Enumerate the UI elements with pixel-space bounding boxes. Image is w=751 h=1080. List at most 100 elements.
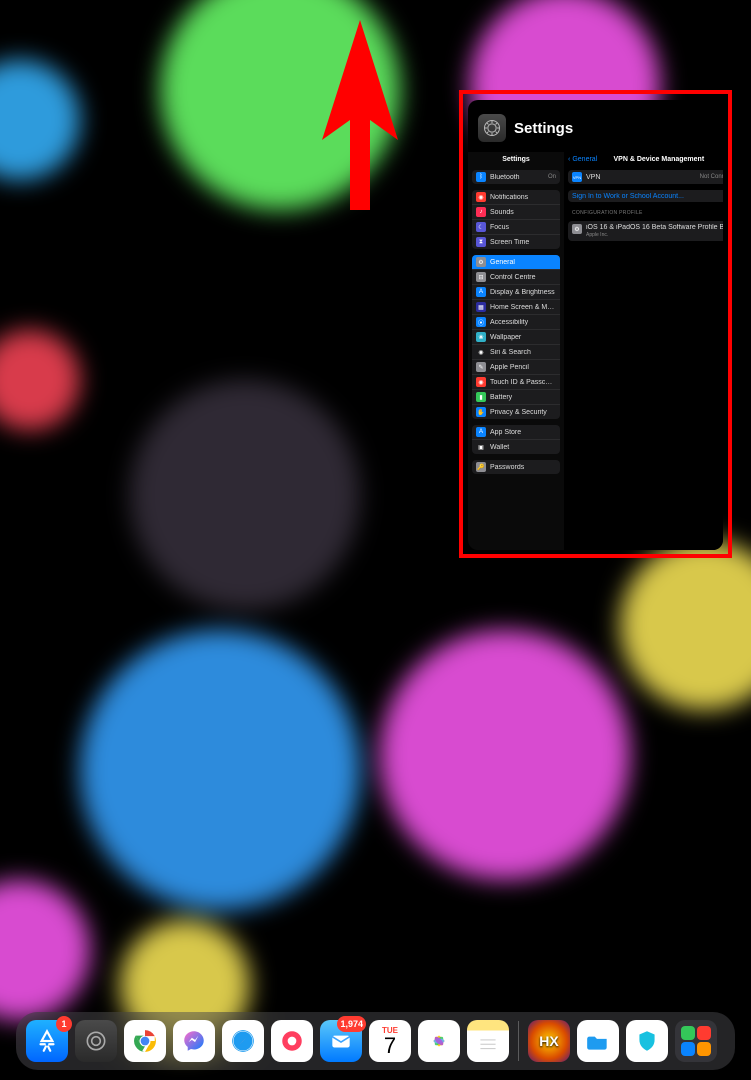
signin-label: Sign In to Work or School Account... <box>572 193 723 200</box>
sidebar-item-label: App Store <box>490 429 556 436</box>
homescreen-icon: ▦ <box>476 302 486 312</box>
sidebar-item-label: Siri & Search <box>490 349 556 356</box>
sounds-icon: ♪ <box>476 207 486 217</box>
settings-slideover[interactable]: Settings Settings ᛒ Bluetooth On ◉ Notifi… <box>468 100 723 550</box>
sidebar-item-pencil[interactable]: ✎ Apple Pencil <box>472 359 560 374</box>
sidebar-item-wallet[interactable]: ▣ Wallet <box>472 439 560 454</box>
sidebar-item-controlcentre[interactable]: ⊟ Control Centre <box>472 269 560 284</box>
sidebar-item-label: Screen Time <box>490 239 556 246</box>
settings-header: Settings <box>468 100 723 152</box>
sidebar-item-label: Notifications <box>490 194 556 201</box>
settings-title: Settings <box>514 120 573 137</box>
sidebar-item-battery[interactable]: ▮ Battery <box>472 389 560 404</box>
sidebar-item-label: General <box>490 259 556 266</box>
sidebar-item-accessibility[interactable]: ⦿ Accessibility <box>472 314 560 329</box>
sidebar-item-bluetooth[interactable]: ᛒ Bluetooth On <box>472 170 560 184</box>
appstore-icon: A <box>476 427 486 437</box>
dock-chrome[interactable] <box>124 1020 166 1062</box>
dock-recent-hx[interactable]: HX <box>528 1020 570 1062</box>
dock-messenger[interactable] <box>173 1020 215 1062</box>
annotation-arrow <box>320 20 400 210</box>
sidebar-item-label: Sounds <box>490 209 556 216</box>
sidebar-item-label: Touch ID & Passcode <box>490 379 556 386</box>
notifications-icon: ◉ <box>476 192 486 202</box>
sidebar-item-homescreen[interactable]: ▦ Home Screen & Multitasking <box>472 299 560 314</box>
settings-app-icon <box>478 114 506 142</box>
passwords-icon: 🔑 <box>476 462 486 472</box>
config-profile-row[interactable]: ⚙ iOS 16 & iPadOS 16 Beta Software Profi… <box>568 221 723 241</box>
sidebar-item-value: On <box>548 174 556 180</box>
sidebar-item-siri[interactable]: ◉ Siri & Search <box>472 344 560 359</box>
sidebar-item-label: Battery <box>490 394 556 401</box>
sidebar-item-appstore[interactable]: A App Store <box>472 425 560 439</box>
sidebar-item-label: Bluetooth <box>490 174 544 181</box>
vpn-label: VPN <box>586 174 696 181</box>
battery-icon: ▮ <box>476 392 486 402</box>
sidebar-item-label: Passwords <box>490 464 556 471</box>
dock-photos[interactable] <box>418 1020 460 1062</box>
back-label: General <box>572 156 597 163</box>
dock-appstore[interactable]: 1 <box>26 1020 68 1062</box>
display-icon: A <box>476 287 486 297</box>
touchid-icon: ◉ <box>476 377 486 387</box>
profile-sub: Apple Inc. <box>586 232 723 238</box>
siri-icon: ◉ <box>476 347 486 357</box>
dock: 1 1,974 TUE 7 HX <box>16 1012 735 1070</box>
sidebar-item-label: Wallpaper <box>490 334 556 341</box>
settings-sidebar: Settings ᛒ Bluetooth On ◉ Notifications ♪… <box>468 152 564 550</box>
controlcentre-icon: ⊟ <box>476 272 486 282</box>
settings-detail: ‹ General VPN & Device Management VPN VP… <box>564 152 723 550</box>
dock-safari[interactable] <box>222 1020 264 1062</box>
vpn-status: Not Connected <box>700 174 723 180</box>
sidebar-item-label: Display & Brightness <box>490 289 556 296</box>
dock-recorder[interactable] <box>271 1020 313 1062</box>
sidebar-item-passwords[interactable]: 🔑 Passwords <box>472 460 560 474</box>
dock-notes[interactable] <box>467 1020 509 1062</box>
sidebar-item-privacy[interactable]: ✋ Privacy & Security <box>472 404 560 419</box>
calendar-date: 7 <box>384 1035 396 1057</box>
sidebar-item-label: Accessibility <box>490 319 556 326</box>
wallpaper-icon: ❀ <box>476 332 486 342</box>
dock-recent-shield[interactable] <box>626 1020 668 1062</box>
sidebar-item-label: Wallet <box>490 444 556 451</box>
general-icon: ⚙ <box>476 257 486 267</box>
dock-calendar[interactable]: TUE 7 <box>369 1020 411 1062</box>
sidebar-item-focus[interactable]: ☾ Focus <box>472 219 560 234</box>
focus-icon: ☾ <box>476 222 486 232</box>
sidebar-item-screentime[interactable]: ⧗ Screen Time <box>472 234 560 249</box>
dock-separator <box>518 1021 519 1061</box>
vpn-icon: VPN <box>572 172 582 182</box>
sidebar-item-display[interactable]: A Display & Brightness <box>472 284 560 299</box>
dock-settings[interactable] <box>75 1020 117 1062</box>
wallet-icon: ▣ <box>476 442 486 452</box>
chevron-left-icon: ‹ <box>568 156 570 163</box>
sidebar-item-label: Privacy & Security <box>490 409 556 416</box>
sidebar-item-label: Home Screen & Multitasking <box>490 304 556 311</box>
sidebar-item-sounds[interactable]: ♪ Sounds <box>472 204 560 219</box>
sidebar-item-wallpaper[interactable]: ❀ Wallpaper <box>472 329 560 344</box>
sidebar-item-label: Apple Pencil <box>490 364 556 371</box>
vpn-row[interactable]: VPN VPN Not Connected › <box>568 170 723 184</box>
sidebar-item-general[interactable]: ⚙ General <box>472 255 560 269</box>
signin-work-school[interactable]: Sign In to Work or School Account... <box>568 190 723 202</box>
sidebar-item-label: Control Centre <box>490 274 556 281</box>
sidebar-item-notifications[interactable]: ◉ Notifications <box>472 190 560 204</box>
back-button[interactable]: ‹ General <box>564 156 597 163</box>
dock-app-library[interactable] <box>675 1020 717 1062</box>
badge: 1 <box>56 1016 72 1032</box>
bluetooth-icon: ᛒ <box>476 172 486 182</box>
privacy-icon: ✋ <box>476 407 486 417</box>
pencil-icon: ✎ <box>476 362 486 372</box>
screentime-icon: ⧗ <box>476 237 486 247</box>
sidebar-item-touchid[interactable]: ◉ Touch ID & Passcode <box>472 374 560 389</box>
accessibility-icon: ⦿ <box>476 317 486 327</box>
sidebar-title: Settings <box>468 152 564 166</box>
dock-mail[interactable]: 1,974 <box>320 1020 362 1062</box>
profile-title: iOS 16 & iPadOS 16 Beta Software Profile… <box>586 224 723 231</box>
profile-section-header: CONFIGURATION PROFILE <box>564 208 723 217</box>
profile-icon: ⚙ <box>572 224 582 234</box>
dock-files[interactable] <box>577 1020 619 1062</box>
badge: 1,974 <box>337 1016 366 1032</box>
sidebar-item-label: Focus <box>490 224 556 231</box>
app-library-icon <box>681 1026 711 1056</box>
